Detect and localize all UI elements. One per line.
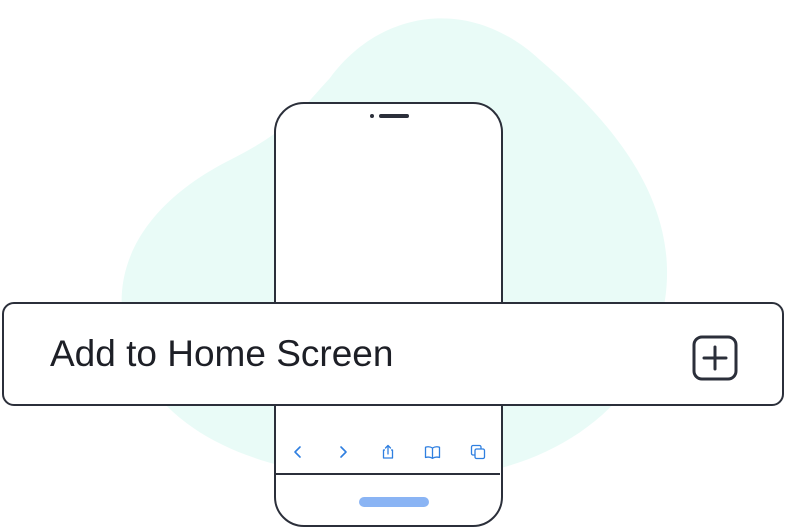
book-icon[interactable]: [422, 441, 444, 463]
add-to-home-screen-label: Add to Home Screen: [50, 333, 394, 374]
chevron-left-icon[interactable]: [287, 441, 309, 463]
browser-toolbar: [276, 434, 500, 470]
add-to-home-screen-row[interactable]: Add to Home Screen: [2, 302, 784, 406]
speaker-bar: [379, 114, 409, 118]
chevron-right-icon[interactable]: [332, 441, 354, 463]
tabs-icon[interactable]: [467, 441, 489, 463]
home-indicator: [359, 497, 429, 507]
plus-square-icon: [692, 335, 738, 381]
illustration: Add to Home Screen: [0, 0, 786, 531]
share-icon[interactable]: [377, 441, 399, 463]
phone-notch: [370, 113, 410, 119]
camera-dot: [370, 114, 374, 118]
phone-divider: [276, 473, 500, 475]
